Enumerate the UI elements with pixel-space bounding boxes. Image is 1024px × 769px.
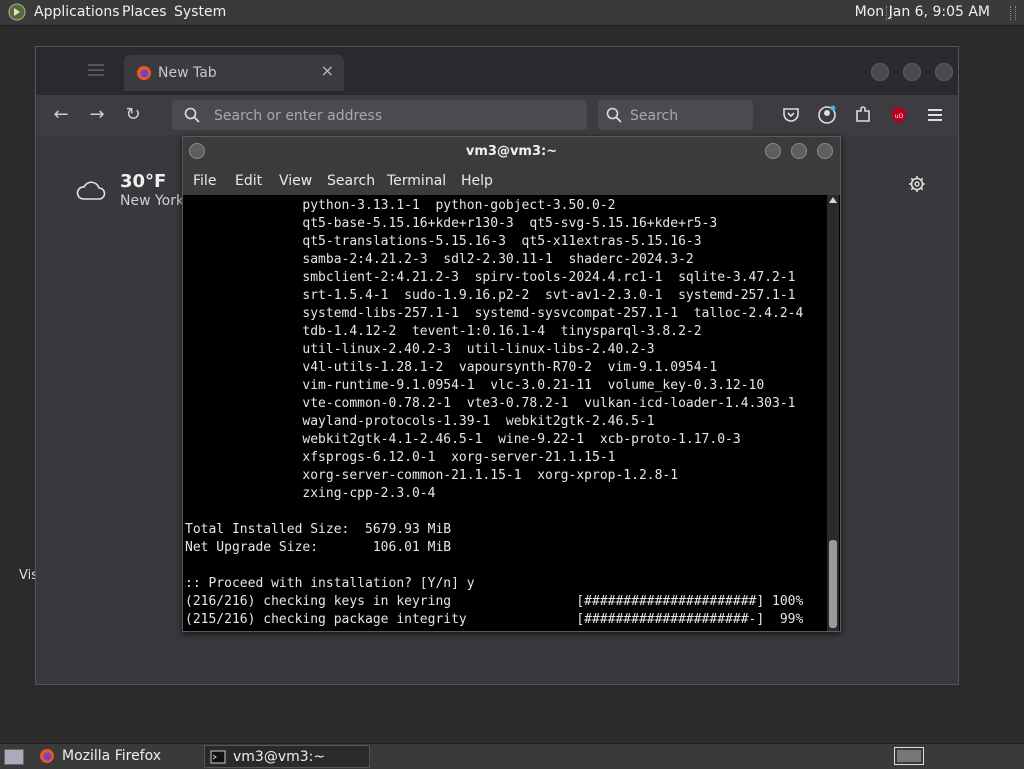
terminal-line: (215/216) checking package integrity [##… [185, 612, 804, 627]
applications-logo-icon[interactable] [8, 3, 26, 21]
terminal-line: vte-common-0.78.2-1 vte3-0.78.2-1 vulkan… [185, 396, 796, 411]
terminal-line: smbclient-2:4.21.2-3 spirv-tools-2024.4.… [185, 270, 796, 285]
close-window-button[interactable] [935, 63, 953, 81]
terminal-line: tdb-1.4.12-2 tevent-1:0.16.1-4 tinysparq… [185, 324, 702, 339]
terminal-line: Net Upgrade Size: 106.01 MiB [185, 540, 452, 555]
menu-view[interactable]: View [279, 173, 312, 189]
firefox-navbar: ← → ↻ Search or enter address Search uO [36, 95, 958, 136]
terminal-menubar: File Edit View Search Terminal Help [183, 167, 840, 195]
taskbar-item-firefox[interactable]: Mozilla Firefox [34, 745, 199, 768]
terminal-line: srt-1.5.4-1 sudo-1.9.16.p2-2 svt-av1-2.3… [185, 288, 796, 303]
gear-icon[interactable] [908, 175, 926, 193]
list-all-tabs-icon[interactable] [88, 63, 104, 77]
menu-places[interactable]: Places [122, 0, 167, 25]
terminal-line: python-3.13.1-1 python-gobject-3.50.0-2 [185, 198, 616, 213]
terminal-line: xorg-server-common-21.1.15-1 xorg-xprop-… [185, 468, 679, 483]
menu-edit[interactable]: Edit [235, 173, 262, 189]
terminal-window: vm3@vm3:~ File Edit View Search Terminal… [182, 136, 841, 632]
search-input[interactable] [628, 100, 742, 132]
close-tab-icon[interactable]: × [321, 61, 334, 80]
terminal-line: :: Proceed with installation? [Y/n] y [185, 576, 475, 591]
terminal-line: v4l-utils-1.28.1-2 vapoursynth-R70-2 vim… [185, 360, 718, 375]
minimize-button[interactable] [765, 143, 781, 159]
back-arrow-icon[interactable]: ← [51, 105, 71, 125]
menu-terminal[interactable]: Terminal [387, 173, 446, 189]
terminal-scrollbar[interactable] [827, 195, 839, 631]
terminal-line: samba-2:4.21.2-3 sdl2-2.30.11-1 shaderc-… [185, 252, 694, 267]
weather-temperature[interactable]: 30°F [120, 171, 166, 192]
reload-icon[interactable]: ↻ [123, 105, 143, 125]
terminal-line: webkit2gtk-4.1-2.46.5-1 wine-9.22-1 xcb-… [185, 432, 741, 447]
search-icon [606, 107, 622, 123]
terminal-icon [210, 750, 226, 764]
workspace-1[interactable] [897, 750, 921, 762]
terminal-title: vm3@vm3:~ [465, 144, 558, 159]
firefox-icon [40, 749, 54, 763]
terminal-output[interactable]: python-3.13.1-1 python-gobject-3.50.0-2 … [185, 197, 825, 631]
terminal-line: systemd-libs-257.1-1 systemd-sysvcompat-… [185, 306, 804, 321]
search-icon [184, 107, 200, 123]
terminal-line: zxing-cpp-2.3.0-4 [185, 486, 436, 501]
firefox-tabbar: New Tab × [36, 47, 958, 95]
terminal-line: util-linux-2.40.2-3 util-linux-libs-2.40… [185, 342, 655, 357]
show-desktop-button[interactable] [4, 749, 24, 765]
tab-label: New Tab [158, 65, 217, 81]
maximize-button[interactable] [791, 143, 807, 159]
terminal-line: Total Installed Size: 5679.93 MiB [185, 522, 452, 537]
scrollbar-thumb[interactable] [829, 540, 837, 628]
terminal-line: qt5-base-5.15.16+kde+r130-3 qt5-svg-5.15… [185, 216, 718, 231]
pocket-icon[interactable] [781, 105, 801, 125]
panel-grip-right [1010, 6, 1016, 20]
ublock-origin-icon[interactable]: uO [889, 105, 909, 125]
cloud-icon [76, 181, 106, 200]
taskbar-item-terminal[interactable]: vm3@vm3:~ [204, 745, 370, 768]
url-bar[interactable] [172, 100, 587, 132]
taskbar-item-label: vm3@vm3:~ [233, 749, 326, 765]
hamburger-menu-icon[interactable] [925, 105, 945, 125]
extensions-icon[interactable] [853, 105, 873, 125]
scroll-up-arrow-icon[interactable] [829, 197, 837, 203]
minimize-button[interactable] [871, 63, 889, 81]
search-bar[interactable] [598, 100, 753, 132]
terminal-line: qt5-translations-5.15.16-3 qt5-x11extras… [185, 234, 702, 249]
firefox-icon [137, 66, 151, 80]
menu-applications[interactable]: Applications [34, 0, 120, 25]
terminal-line: (216/216) checking keys in keyring [####… [185, 594, 804, 609]
taskbar-item-label: Mozilla Firefox [62, 748, 162, 764]
close-window-button[interactable] [817, 143, 833, 159]
terminal-line: vim-runtime-9.1.0954-1 vlc-3.0.21-11 vol… [185, 378, 765, 393]
maximize-button[interactable] [903, 63, 921, 81]
bottom-panel: Mozilla Firefox vm3@vm3:~ [0, 743, 1024, 769]
weather-city[interactable]: New York [120, 193, 184, 209]
workspace-switcher[interactable] [894, 747, 924, 765]
menu-search[interactable]: Search [327, 173, 375, 189]
menu-system[interactable]: System [174, 0, 226, 25]
terminal-line: wayland-protocols-1.39-1 webkit2gtk-2.46… [185, 414, 655, 429]
account-icon[interactable] [817, 105, 837, 125]
top-panel: Applications Places System Mon Jan 6, 9:… [0, 0, 1024, 26]
menu-help[interactable]: Help [461, 173, 493, 189]
menu-file[interactable]: File [193, 173, 216, 189]
url-input[interactable] [212, 100, 576, 132]
terminal-titlebar[interactable]: vm3@vm3:~ [183, 137, 840, 167]
forward-arrow-icon[interactable]: → [87, 105, 107, 125]
terminal-line: xfsprogs-6.12.0-1 xorg-server-21.1.15-1 [185, 450, 616, 465]
svg-text:uO: uO [895, 113, 904, 120]
tab-new-tab[interactable]: New Tab × [124, 55, 344, 91]
clock[interactable]: Mon Jan 6, 9:05 AM [855, 0, 990, 25]
